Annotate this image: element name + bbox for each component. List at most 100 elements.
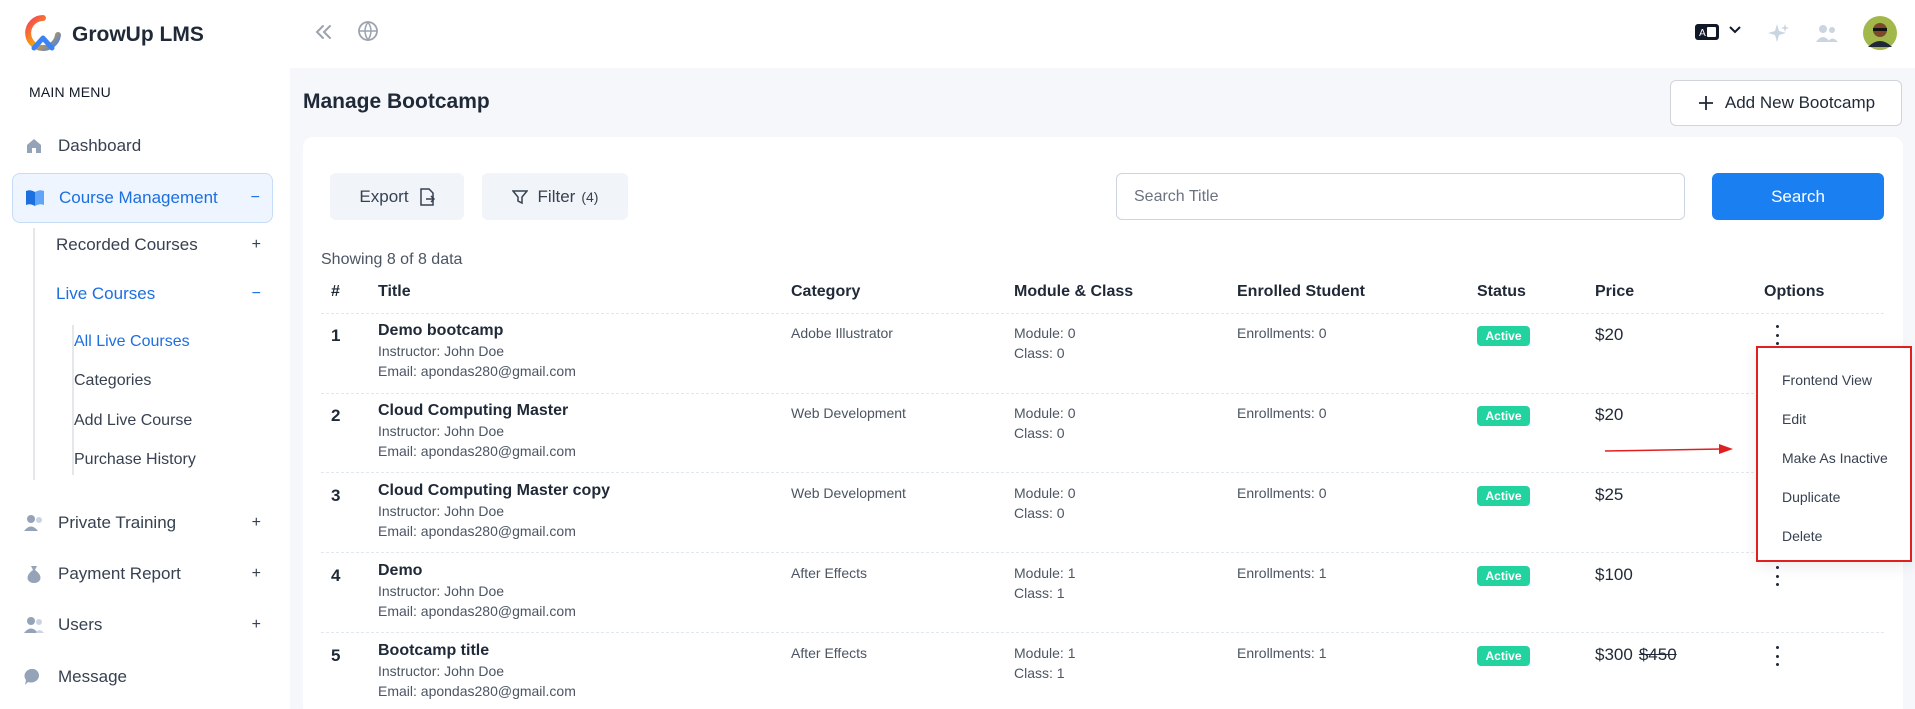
row-instructor: Instructor: John Doe [378,583,505,599]
plus-icon [1698,96,1713,110]
add-new-bootcamp-button[interactable]: Add New Bootcamp [1670,80,1902,126]
sidebar-item-label: Live Courses [56,284,156,303]
collapse-icon[interactable]: − [252,285,261,303]
menu-item-make-inactive[interactable]: Make As Inactive [1782,450,1888,466]
row-instructor: Instructor: John Doe [378,343,505,359]
expand-icon[interactable]: + [252,236,261,254]
tree-line [33,228,35,480]
sidebar-item-label: Course Management [59,188,218,207]
sidebar-item-users[interactable]: Users + [12,600,273,650]
avatar[interactable] [1862,15,1898,51]
row-class: Class: 1 [1014,665,1065,681]
row-divider [321,552,1884,553]
row-class: Class: 1 [1014,585,1065,601]
price-current: $20 [1595,325,1624,344]
menu-item-delete[interactable]: Delete [1782,528,1822,544]
col-header-price[interactable]: Price [1595,283,1634,301]
row-divider [321,472,1884,473]
col-header-options: Options [1764,283,1825,300]
col-header-enrolled[interactable]: Enrolled Student [1237,283,1365,301]
chat-icon [24,667,44,687]
menu-item-duplicate[interactable]: Duplicate [1782,489,1840,505]
sidebar-item-label: Payment Report [58,564,181,583]
sidebar-item-purchase-history[interactable]: Purchase History [74,451,196,469]
row-category: After Effects [791,645,867,661]
options-kebab-icon[interactable] [1770,646,1784,666]
row-module: Module: 0 [1014,325,1076,341]
filter-count: (4) [581,188,599,205]
sidebar-item-private-training[interactable]: Private Training + [12,498,273,548]
row-index: 5 [331,646,341,665]
row-title[interactable]: Bootcamp title [378,641,576,661]
filter-icon [511,189,528,204]
filter-button[interactable]: Filter (4) [482,173,628,220]
export-label: Export [359,186,409,206]
sidebar-item-payment-report[interactable]: Payment Report + [12,549,273,599]
sidebar-item-live-courses[interactable]: Live Courses − [56,278,273,310]
row-category: Web Development [791,405,906,421]
col-header-category[interactable]: Category [791,283,860,301]
row-email: Email: apondas280@gmail.com [378,683,576,699]
row-class: Class: 0 [1014,505,1065,521]
row-module-class: Module: 1 Class: 1 [1014,643,1075,683]
sidebar-item-all-live-courses[interactable]: All Live Courses [74,333,190,351]
row-divider [321,393,1884,394]
status-badge: Active [1477,646,1530,666]
col-header-title[interactable]: Title [378,283,411,301]
row-title-cell: Demo Instructor: John Doe Email: apondas… [378,561,576,621]
search-button[interactable]: Search [1712,173,1884,220]
row-title-cell: Cloud Computing Master copy Instructor: … [378,481,610,541]
row-price: $25 [1595,485,1623,505]
translate-icon[interactable]: A [1694,22,1720,42]
expand-icon[interactable]: + [252,565,261,583]
sidebar-item-recorded-courses[interactable]: Recorded Courses + [56,229,273,261]
globe-icon[interactable] [357,20,379,42]
row-module-class: Module: 0 Class: 0 [1014,323,1075,363]
options-kebab-icon[interactable] [1770,566,1784,586]
users-icon [24,513,44,533]
row-module: Module: 0 [1014,485,1076,501]
row-category: Adobe Illustrator [791,325,893,341]
menu-item-edit[interactable]: Edit [1782,411,1806,427]
collapse-sidebar-icon[interactable] [312,22,334,42]
row-class: Class: 0 [1014,425,1065,441]
sidebar-item-add-live-course[interactable]: Add Live Course [74,412,192,430]
row-enrollments: Enrollments: 0 [1237,325,1327,341]
row-index: 1 [331,326,341,345]
row-title[interactable]: Demo bootcamp [378,321,576,341]
sidebar-item-label: Recorded Courses [56,235,198,254]
brand[interactable]: GrowUp LMS [22,14,204,56]
money-bag-icon [24,564,44,584]
sidebar-item-categories[interactable]: Categories [74,372,151,390]
row-title[interactable]: Demo [378,561,576,581]
sidebar-item-dashboard[interactable]: Dashboard [12,121,273,171]
sparkle-icon[interactable] [1768,22,1790,44]
sidebar-item-message[interactable]: Message [12,652,273,702]
status-badge: Active [1477,486,1530,506]
col-header-index: # [331,283,340,300]
growup-logo-icon [25,15,61,51]
row-module: Module: 1 [1014,565,1076,581]
expand-icon[interactable]: + [252,616,261,634]
chevron-down-icon[interactable] [1728,25,1742,35]
people-icon[interactable] [1815,22,1839,44]
options-kebab-icon[interactable] [1770,325,1784,345]
row-email: Email: apondas280@gmail.com [378,603,576,619]
row-title[interactable]: Cloud Computing Master copy [378,481,610,501]
row-price: $300 $450 [1595,645,1677,665]
export-button[interactable]: Export [330,173,464,220]
row-title[interactable]: Cloud Computing Master [378,401,576,421]
row-price: $20 [1595,405,1623,425]
book-icon [25,188,45,208]
collapse-icon[interactable]: − [251,189,260,207]
search-input[interactable] [1116,173,1685,220]
row-enrollments: Enrollments: 1 [1237,565,1327,581]
col-header-module-class[interactable]: Module & Class [1014,283,1133,301]
row-enrollments: Enrollments: 1 [1237,645,1327,661]
col-header-status[interactable]: Status [1477,283,1526,301]
sidebar-item-course-management[interactable]: Course Management − [12,173,273,223]
menu-item-frontend-view[interactable]: Frontend View [1782,372,1872,388]
row-instructor: Instructor: John Doe [378,423,505,439]
expand-icon[interactable]: + [252,514,261,532]
price-current: $25 [1595,485,1624,504]
